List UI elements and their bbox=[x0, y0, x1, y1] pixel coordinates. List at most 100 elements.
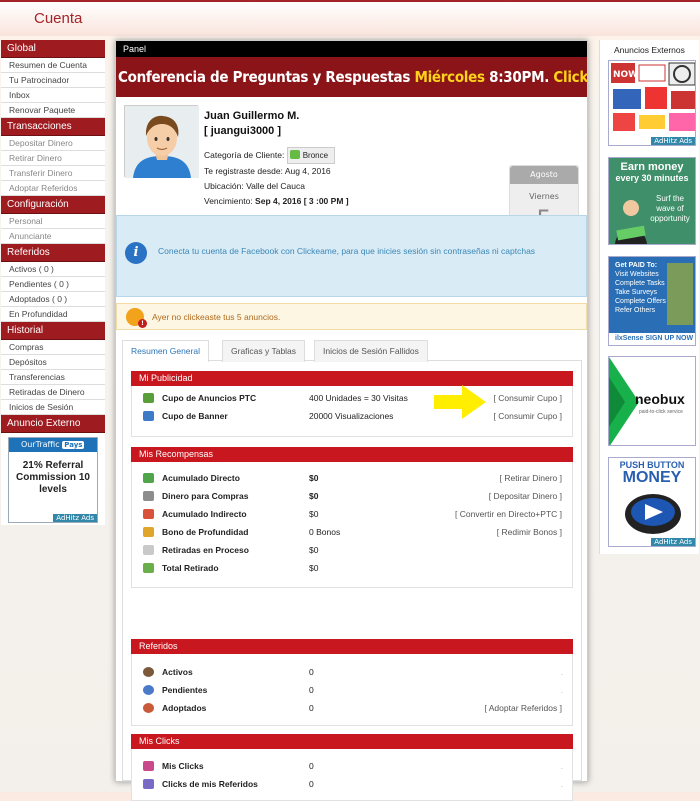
tab-bar: Resumen General Graficas y Tablas Inicio… bbox=[122, 337, 582, 362]
cash-icon bbox=[143, 563, 154, 573]
adoptar-referidos-link[interactable]: [ Adoptar Referidos ] bbox=[485, 699, 563, 717]
sidebar-item-retirar[interactable]: Retirar Dinero bbox=[1, 151, 105, 166]
sidebar-item-renovar[interactable]: Renovar Paquete bbox=[1, 103, 105, 118]
redimir-bonos-link[interactable]: [ Redimir Bonos ] bbox=[497, 523, 562, 541]
sidebar-item-depositar[interactable]: Depositar Dinero bbox=[1, 136, 105, 151]
row-acumulado-directo: Acumulado Directo $0 [ Retirar Dinero ] bbox=[132, 469, 572, 487]
ad-get-paid[interactable]: Get PAID To: Visit Websites Complete Tas… bbox=[608, 256, 696, 346]
cart-icon bbox=[143, 491, 154, 501]
group-mi-publicidad: Mi Publicidad Cupo de Anuncios PTC 400 U… bbox=[131, 371, 573, 437]
ourtraffic-ad[interactable]: OurTraffic Pays 21% Referral Commission … bbox=[8, 437, 98, 523]
bronze-badge: Bronce bbox=[286, 147, 336, 164]
group-title: Mis Clicks bbox=[131, 734, 573, 749]
facebook-notice-text[interactable]: Conecta tu cuenta de Facebook con Clicke… bbox=[158, 244, 578, 258]
row-pendientes: Pendientes 0 . bbox=[132, 681, 572, 699]
badge-icon bbox=[289, 150, 300, 159]
convertir-link[interactable]: [ Convertir en Directo+PTC ] bbox=[455, 505, 562, 523]
sidebar-item-inbox[interactable]: Inbox bbox=[1, 88, 105, 103]
row-clicks-referidos: Clicks de mis Referidos 0 . bbox=[132, 775, 572, 793]
sidebar-item-personal[interactable]: Personal bbox=[1, 214, 105, 229]
calendar-weekday: Viernes bbox=[529, 192, 559, 201]
user-icon bbox=[143, 667, 154, 677]
banner-icon bbox=[143, 411, 154, 421]
panel-title: Panel bbox=[116, 41, 587, 57]
group-body: Cupo de Anuncios PTC 400 Unidades = 30 V… bbox=[131, 386, 573, 437]
row-dinero-compras: Dinero para Compras $0 [ Depositar Diner… bbox=[132, 487, 572, 505]
external-ads-title: Anuncios Externos bbox=[614, 45, 685, 55]
adhitz-label: AdHitz Ads bbox=[53, 514, 97, 522]
profile-name: Juan Guillermo M. [ juangui3000 ] bbox=[204, 110, 300, 137]
tab-inicios-fallidos[interactable]: Inicios de Sesión Fallidos bbox=[314, 340, 428, 362]
sidebar-item-compras[interactable]: Compras bbox=[1, 340, 105, 355]
tab-graficas-tablas[interactable]: Graficas y Tablas bbox=[222, 340, 306, 362]
adhitz-label: AdHitz Ads bbox=[651, 538, 695, 546]
tab-resumen-general[interactable]: Resumen General bbox=[122, 340, 209, 362]
info-icon: i bbox=[125, 242, 147, 264]
sidebar-item-patrocinador[interactable]: Tu Patrocinador bbox=[1, 73, 105, 88]
sidebar-item-depositos[interactable]: Depósitos bbox=[1, 355, 105, 370]
top-header: Cuenta bbox=[0, 0, 700, 36]
sidebar-section-historial[interactable]: Historial bbox=[1, 322, 105, 340]
sidebar-item-transferencias[interactable]: Transferencias bbox=[1, 370, 105, 385]
sidebar-section-transacciones[interactable]: Transacciones bbox=[1, 118, 105, 136]
sidebar-item-retiradas[interactable]: Retiradas de Dinero bbox=[1, 385, 105, 400]
ad-collage[interactable]: NOW AdHitz Ads bbox=[608, 60, 696, 146]
sidebar-item-activos[interactable]: Activos ( 0 ) bbox=[1, 262, 105, 277]
group-title: Mis Recompensas bbox=[131, 447, 573, 462]
avatar bbox=[124, 105, 199, 178]
consumir-cupo-banner-link[interactable]: [ Consumir Cupo ] bbox=[494, 407, 563, 425]
row-acumulado-indirecto: Acumulado Indirecto $0 [ Convertir en Di… bbox=[132, 505, 572, 523]
medal-icon bbox=[143, 527, 154, 537]
warning-text: Ayer no clickeaste tus 5 anuncios. bbox=[152, 312, 281, 322]
sidebar: Global Resumen de Cuenta Tu Patrocinador… bbox=[1, 40, 105, 525]
ad-earn-money[interactable]: Earn money every 30 minutes Surf the wav… bbox=[608, 157, 696, 245]
sidebar-section-anuncio-externo: Anuncio Externo bbox=[1, 415, 105, 433]
ad-text: 21% Referral Commission 10 levels bbox=[16, 460, 90, 495]
group-body: Acumulado Directo $0 [ Retirar Dinero ] … bbox=[131, 462, 573, 588]
warning-notice: ! Ayer no clickeaste tus 5 anuncios. bbox=[116, 303, 587, 330]
hourglass-icon bbox=[143, 545, 154, 555]
ourtraffic-logo: OurTraffic Pays bbox=[9, 438, 97, 452]
sidebar-section-global[interactable]: Global bbox=[1, 40, 105, 58]
profile-card: Juan Guillermo M. [ juangui3000 ] Catego… bbox=[116, 97, 587, 247]
sidebar-ad[interactable]: OurTraffic Pays 21% Referral Commission … bbox=[1, 433, 105, 525]
row-adoptados: Adoptados 0 [ Adoptar Referidos ] bbox=[132, 699, 572, 717]
page-title: Cuenta bbox=[34, 10, 83, 27]
sidebar-section-configuracion[interactable]: Configuración bbox=[1, 196, 105, 214]
main-panel: Panel Conferencia de Preguntas y Respues… bbox=[115, 40, 588, 801]
user-pending-icon bbox=[143, 685, 154, 695]
clicks-chart-icon bbox=[143, 761, 154, 771]
retirar-dinero-link[interactable]: [ Retirar Dinero ] bbox=[500, 469, 562, 487]
row-mis-clicks: Mis Clicks 0 . bbox=[132, 757, 572, 775]
group-mis-clicks: Mis Clicks Mis Clicks 0 . Clicks de mis … bbox=[131, 734, 573, 801]
money-icon bbox=[143, 473, 154, 483]
depositar-dinero-link[interactable]: [ Depositar Dinero ] bbox=[489, 487, 562, 505]
group-body: Mis Clicks 0 . Clicks de mis Referidos 0… bbox=[131, 749, 573, 801]
sidebar-item-profundidad[interactable]: En Profundidad bbox=[1, 307, 105, 322]
tab-content: Mi Publicidad Cupo de Anuncios PTC 400 U… bbox=[122, 361, 582, 801]
row-cupo-banner: Cupo de Banner 20000 Visualizaciones [ C… bbox=[132, 407, 572, 425]
conference-banner[interactable]: Conferencia de Preguntas y Respuestas Mi… bbox=[116, 57, 587, 97]
sidebar-item-transferir[interactable]: Transferir Dinero bbox=[1, 166, 105, 181]
sidebar-item-adoptar[interactable]: Adoptar Referidos bbox=[1, 181, 105, 196]
ptc-icon bbox=[143, 393, 154, 403]
sidebar-item-pendientes[interactable]: Pendientes ( 0 ) bbox=[1, 277, 105, 292]
consumir-cupo-link[interactable]: [ Consumir Cupo ] bbox=[494, 389, 563, 407]
ad-push-button-money[interactable]: PUSH BUTTON MONEY AdHitz Ads bbox=[608, 457, 696, 547]
sidebar-section-referidos[interactable]: Referidos bbox=[1, 244, 105, 262]
sidebar-item-adoptados[interactable]: Adoptados ( 0 ) bbox=[1, 292, 105, 307]
facebook-notice[interactable]: i Conecta tu cuenta de Facebook con Clic… bbox=[116, 215, 587, 297]
row-total-retirado: Total Retirado $0 bbox=[132, 559, 572, 577]
arrow-right-icon bbox=[434, 385, 486, 419]
sidebar-item-anunciante[interactable]: Anunciante bbox=[1, 229, 105, 244]
user-adopted-icon bbox=[143, 703, 154, 713]
row-retiradas-proceso: Retiradas en Proceso $0 bbox=[132, 541, 572, 559]
group-mis-recompensas: Mis Recompensas Acumulado Directo $0 [ R… bbox=[131, 447, 573, 588]
chart-icon bbox=[143, 509, 154, 519]
ad-neobux[interactable]: neobux paid-to-click service bbox=[608, 356, 696, 446]
sidebar-item-inicios[interactable]: Inicios de Sesión bbox=[1, 400, 105, 415]
adhitz-label: AdHitz Ads bbox=[651, 137, 695, 145]
sidebar-item-resumen[interactable]: Resumen de Cuenta bbox=[1, 58, 105, 73]
row-bono-profundidad: Bono de Profundidad 0 Bonos [ Redimir Bo… bbox=[132, 523, 572, 541]
group-title: Mi Publicidad bbox=[131, 371, 573, 386]
